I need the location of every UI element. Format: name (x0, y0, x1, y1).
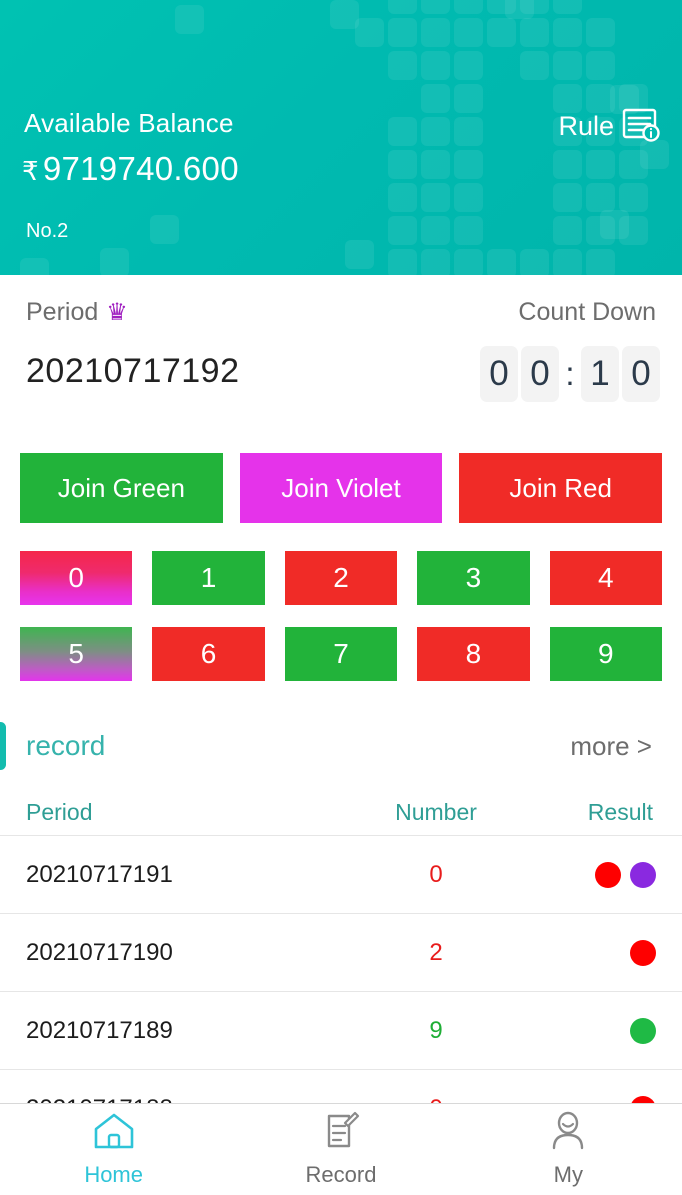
countdown-label: Count Down (518, 298, 656, 326)
nav-label-record: Record (305, 1162, 377, 1187)
row-number: 0 (429, 860, 443, 888)
row-period: 20210717190 (26, 938, 173, 966)
nav-item-record[interactable]: Record (227, 1104, 454, 1195)
join-buttons-row: Join Green Join Violet Join Red (0, 453, 682, 523)
number-grid: 0 1 2 3 4 5 6 7 8 9 (0, 551, 682, 681)
nav-label-home: Home (84, 1162, 143, 1187)
period-label: Period ♛ (26, 298, 128, 327)
number-button-1[interactable]: 1 (152, 551, 265, 605)
number-button-7[interactable]: 7 (284, 627, 398, 681)
balance-amount: ₹9719740.600 (22, 150, 239, 188)
nav-item-my[interactable]: My (455, 1104, 682, 1195)
result-dot-red (630, 939, 656, 966)
crown-icon: ♛ (106, 298, 128, 326)
countdown-digit-0: 0 (480, 346, 518, 402)
number-button-4[interactable]: 4 (549, 551, 662, 605)
table-row[interactable]: 20210717188 0 (0, 1069, 682, 1105)
balance-header: Available Balance ₹9719740.600 No.2 Rule (0, 0, 682, 275)
result-dot-green (630, 1017, 656, 1044)
countdown-timer: 0 0 : 1 0 (480, 346, 660, 402)
record-accent-bar (0, 722, 6, 770)
countdown-digit-3: 0 (622, 346, 660, 402)
currency-symbol: ₹ (22, 156, 39, 186)
number-button-3[interactable]: 3 (417, 551, 530, 605)
number-button-6[interactable]: 6 (152, 627, 265, 681)
row-result-dots (546, 939, 656, 966)
table-row[interactable]: 20210717189 9 (0, 991, 682, 1069)
table-header-row: Period Number Result (0, 790, 682, 835)
more-link[interactable]: more > (570, 731, 652, 762)
row-period: 20210717189 (26, 1016, 173, 1044)
join-violet-button[interactable]: Join Violet (239, 453, 443, 523)
number-button-8[interactable]: 8 (417, 627, 530, 681)
balance-label: Available Balance (24, 108, 234, 138)
join-red-button[interactable]: Join Red (459, 453, 663, 523)
row-period: 20210717191 (26, 860, 173, 888)
countdown-separator: : (565, 355, 575, 392)
row-number: 9 (429, 1016, 443, 1044)
period-label-text: Period (26, 298, 99, 326)
result-dot-violet (630, 861, 656, 888)
number-button-9[interactable]: 9 (549, 627, 662, 681)
row-result-dots (546, 861, 656, 888)
row-result-dots (546, 1017, 656, 1044)
person-icon (546, 1111, 590, 1156)
record-table-clip: Period Number Result 20210717191 0 20210… (0, 790, 682, 1105)
result-dot-red (595, 861, 621, 888)
bottom-navigation: Home Record My (0, 1103, 682, 1195)
rule-label: Rule (558, 110, 614, 141)
nav-label-my: My (553, 1162, 583, 1187)
row-number: 2 (429, 938, 443, 966)
record-table: Period Number Result 20210717191 0 20210… (0, 790, 682, 1105)
column-header-result: Result (587, 799, 653, 825)
table-row[interactable]: 20210717191 0 (0, 835, 682, 913)
column-header-period: Period (26, 799, 93, 825)
nav-item-home[interactable]: Home (0, 1104, 227, 1195)
account-number: No.2 (26, 220, 69, 242)
countdown-digit-2: 1 (581, 346, 619, 402)
table-row[interactable]: 20210717190 2 (0, 913, 682, 991)
number-button-5[interactable]: 5 (20, 627, 133, 681)
document-info-icon (622, 108, 662, 144)
period-value: 20210717192 (26, 352, 240, 390)
column-header-number: Number (395, 799, 477, 825)
home-icon (92, 1111, 136, 1156)
countdown-digit-1: 0 (521, 346, 559, 402)
app-screen: Available Balance ₹9719740.600 No.2 Rule (0, 0, 682, 1195)
rule-button[interactable]: Rule (558, 108, 662, 144)
join-green-button[interactable]: Join Green (20, 453, 223, 523)
balance-value: 9719740.600 (42, 150, 239, 187)
note-edit-icon (319, 1111, 363, 1156)
record-title: record (26, 730, 106, 761)
number-button-2[interactable]: 2 (284, 551, 398, 605)
number-button-0[interactable]: 0 (20, 551, 133, 605)
